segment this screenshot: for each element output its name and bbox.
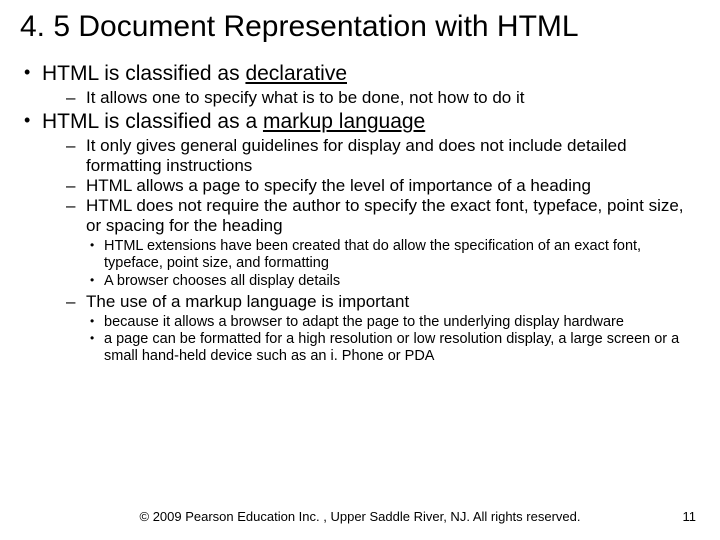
bullet-2-sub-3: HTML does not require the author to spec… — [42, 196, 700, 236]
bullet-2-sub-2: HTML allows a page to specify the level … — [42, 176, 700, 196]
bullet-2-sub-4b: a page can be formatted for a high resol… — [42, 331, 700, 365]
copyright-footer: © 2009 Pearson Education Inc. , Upper Sa… — [0, 509, 720, 524]
bullet-2-text-a: HTML is classified as a — [42, 110, 263, 133]
bullet-2-sub-3a: HTML extensions have been created that d… — [42, 238, 700, 272]
bullet-2-sub-4a: because it allows a browser to adapt the… — [42, 314, 700, 331]
bullet-2-text-b: markup language — [263, 110, 425, 133]
bullet-list: HTML is classified as declarative It all… — [20, 62, 700, 365]
bullet-2: HTML is classified as a markup language … — [20, 110, 700, 365]
bullet-1-sub-1: It allows one to specify what is to be d… — [42, 88, 700, 108]
bullet-1-text-a: HTML is classified as — [42, 62, 245, 85]
bullet-2-sub-4: The use of a markup language is importan… — [42, 292, 700, 312]
page-number: 11 — [683, 509, 697, 524]
bullet-1-text-b: declarative — [245, 62, 347, 85]
bullet-2-sub-1: It only gives general guidelines for dis… — [42, 136, 700, 176]
slide-title: 4. 5 Document Representation with HTML — [20, 10, 700, 44]
bullet-1: HTML is classified as declarative It all… — [20, 62, 700, 108]
bullet-2-sub-3b: A browser chooses all display details — [42, 273, 700, 290]
